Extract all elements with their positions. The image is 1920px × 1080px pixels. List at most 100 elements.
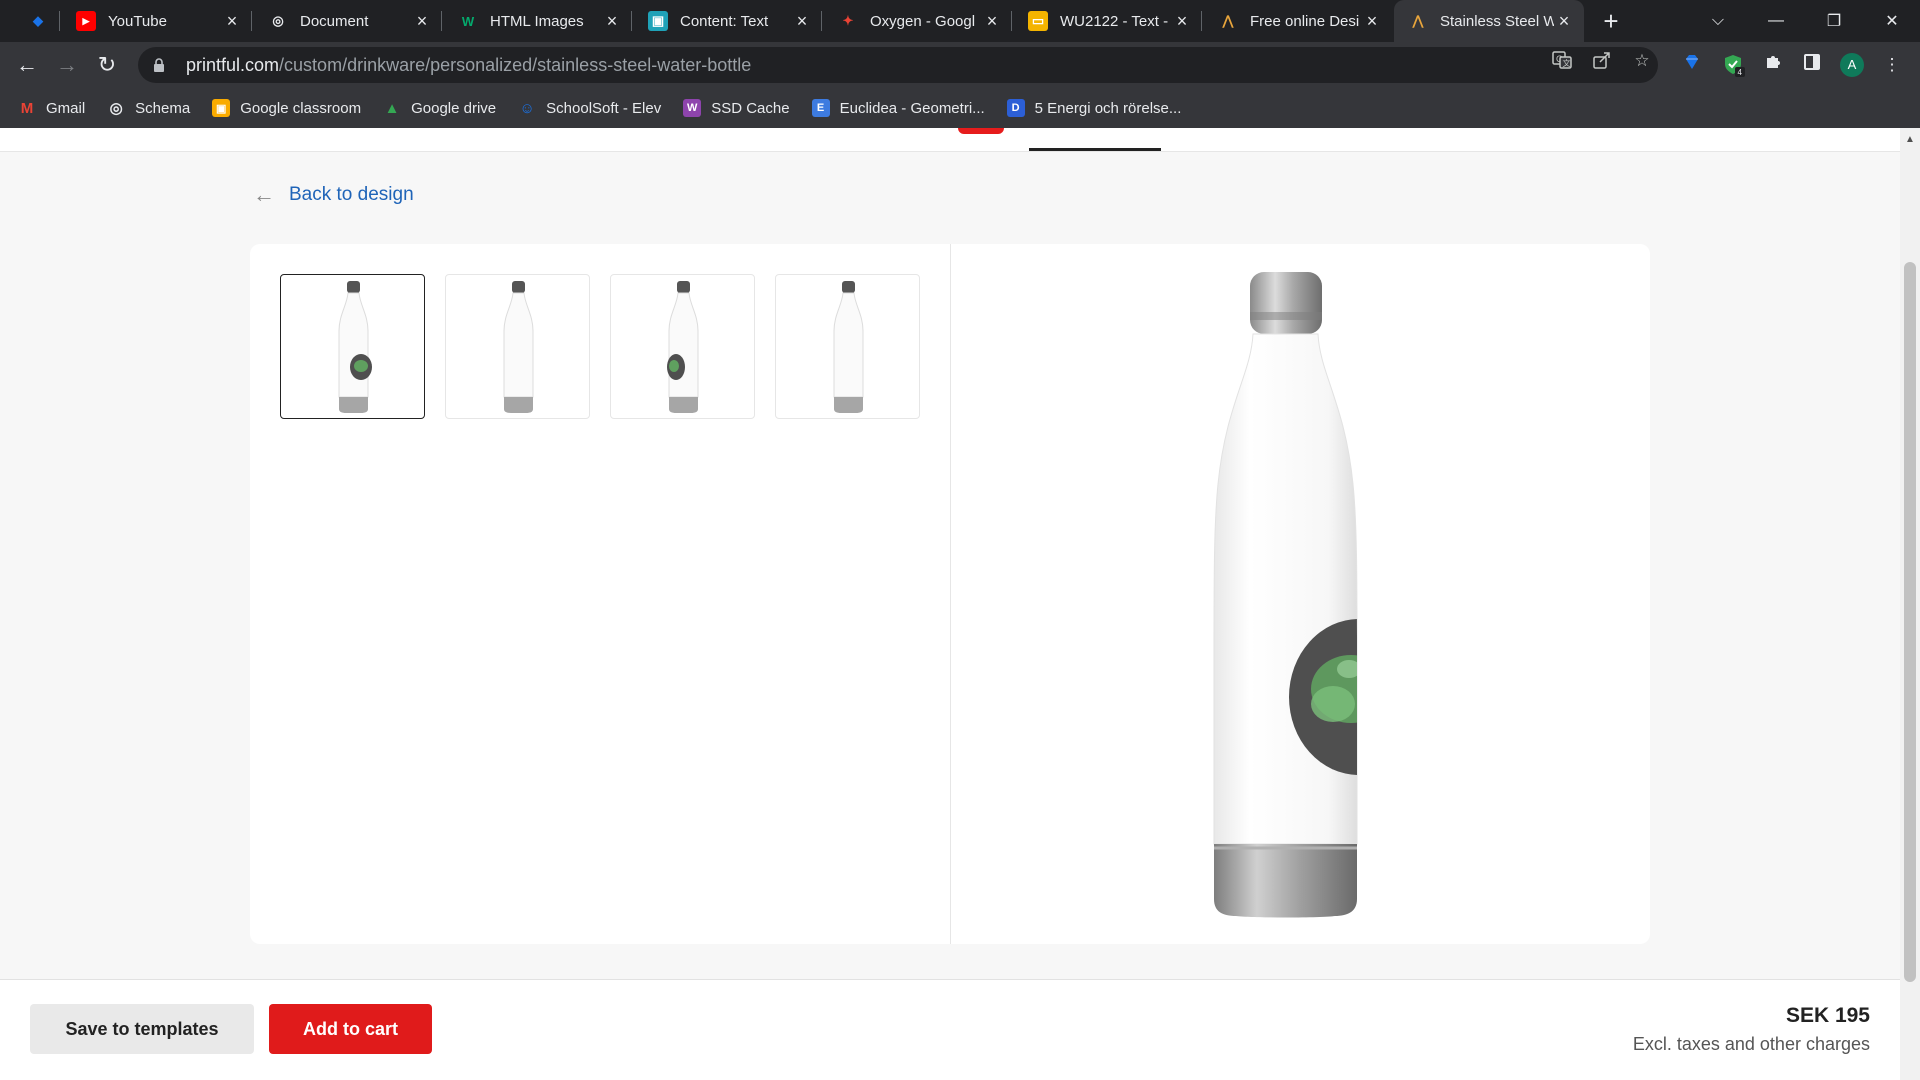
tab-close-icon[interactable]: × <box>1172 11 1192 32</box>
browser-tab[interactable]: ▭ WU2122 - Text - × <box>1014 0 1202 42</box>
gem-icon: ◆ <box>33 13 43 28</box>
mockup-thumbnail-back-view[interactable] <box>775 274 920 419</box>
globe-icon: ◎ <box>109 100 123 117</box>
profile-avatar[interactable]: A <box>1840 53 1864 77</box>
browser-tab-bar: ◆ ▶ YouTube × ◎ Document × W HTML Images × ▣ Conten… <box>0 0 1920 42</box>
tab-close-icon[interactable]: × <box>602 11 622 32</box>
youtube-icon: ▶ <box>76 11 96 31</box>
tab-separator <box>1201 11 1202 31</box>
tab-title: HTML Images <box>490 12 584 30</box>
scrollbar-thumb[interactable] <box>1904 262 1916 982</box>
browser-tab[interactable]: ◎ Document × <box>254 0 442 42</box>
tab-title: Free online Desi <box>1250 12 1360 30</box>
tab-title: Content: Text <box>680 12 769 30</box>
bookmark-label: Gmail <box>46 99 86 117</box>
bookmark-item[interactable]: E Euclidea - Geometri... <box>811 99 985 117</box>
mockup-thumbnail-front-view[interactable] <box>280 274 425 419</box>
browser-tab[interactable]: ✦ Oxygen - Googl × <box>824 0 1012 42</box>
euclidea-icon: E <box>811 99 830 117</box>
url-text: printful.com/custom/drinkware/personaliz… <box>186 54 752 75</box>
side-panel-icon[interactable] <box>1800 53 1824 77</box>
tab-close-icon[interactable]: × <box>982 11 1002 32</box>
active-step-indicator <box>1029 148 1161 151</box>
puzzle-extensions-icon[interactable] <box>1761 53 1785 77</box>
browser-tab[interactable]: W HTML Images × <box>444 0 632 42</box>
we-icon: W <box>683 99 702 117</box>
page-scrollbar[interactable]: ▲ <box>1900 128 1920 1080</box>
forward-arrow-icon[interactable]: → <box>52 50 82 80</box>
close-window-button[interactable]: ✕ <box>1864 0 1920 42</box>
printful-icon: ⋀ <box>1412 13 1424 28</box>
bookmark-item[interactable]: W SSD Cache <box>683 99 790 117</box>
bookmark-item[interactable]: ◎ Schema <box>107 99 191 118</box>
bookmark-label: Google classroom <box>240 99 362 117</box>
tab-separator <box>821 11 822 31</box>
tab-search-chevron-icon[interactable]: ⌵ <box>1690 0 1746 42</box>
tab-separator <box>441 11 442 31</box>
back-arrow-icon[interactable]: ← <box>12 50 42 80</box>
bookmark-item[interactable]: ☺ SchoolSoft - Elev <box>518 99 661 117</box>
tab-close-icon[interactable]: × <box>1554 11 1574 32</box>
w3schools-icon: W <box>461 13 475 29</box>
menu-kebab-icon[interactable]: ⋮ <box>1880 53 1904 77</box>
browser-tab[interactable]: ▶ YouTube × <box>62 0 252 42</box>
back-to-design-link[interactable]: ← Back to design <box>253 184 414 206</box>
bookmark-item[interactable]: M Gmail <box>18 99 85 117</box>
browser-tab[interactable]: ▣ Content: Text × <box>634 0 822 42</box>
svg-text:4: 4 <box>1738 68 1743 77</box>
browser-tab[interactable]: ⋀ Free online Desi × <box>1204 0 1392 42</box>
browser-toolbar: ← → ↻ printful.com/custom/drinkware/pers… <box>0 42 1920 88</box>
bookmark-label: SchoolSoft - Elev <box>546 99 662 117</box>
price-note: Excl. taxes and other charges <box>1632 1034 1870 1054</box>
back-to-design-label: Back to design <box>289 184 414 205</box>
tab-title: Document <box>300 12 369 30</box>
tab-close-icon[interactable]: × <box>792 11 812 32</box>
scroll-up-icon[interactable]: ▲ <box>1904 134 1916 146</box>
bookmark-item[interactable]: ▣ Google classroom <box>212 99 361 117</box>
bookmark-item[interactable]: ▲ Google drive <box>383 99 497 117</box>
mockup-preview-card <box>250 244 1650 944</box>
tab-close-icon[interactable]: × <box>222 11 242 32</box>
restore-window-button[interactable]: ❐ <box>1806 0 1862 42</box>
tab-close-icon[interactable]: × <box>1362 11 1382 32</box>
browser-tab[interactable]: ⋀ Stainless Steel W × <box>1394 0 1584 42</box>
bookmark-label: 5 Energi och rörelse... <box>1034 99 1182 117</box>
price-label: SEK 195 <box>1785 1004 1870 1027</box>
address-bar[interactable]: printful.com/custom/drinkware/personaliz… <box>138 47 1658 83</box>
tab-close-icon[interactable]: × <box>412 11 432 32</box>
bookmark-star-icon[interactable]: ☆ <box>1631 50 1653 72</box>
bookmark-label: Schema <box>135 99 191 117</box>
browser-tab[interactable]: ◆ <box>14 0 60 42</box>
schoolsoft-icon: ☺ <box>519 99 535 117</box>
bookmark-label: Euclidea - Geometri... <box>839 99 985 117</box>
share-icon[interactable] <box>1591 50 1613 72</box>
product-steps-nav <box>0 128 1900 152</box>
translate-icon[interactable]: G文 <box>1551 50 1573 72</box>
classroom-icon: ▣ <box>648 11 668 31</box>
mockup-thumbnail-left-view[interactable] <box>610 274 755 419</box>
bookmark-label: Google drive <box>411 99 497 117</box>
left-arrow-icon: ← <box>253 182 275 207</box>
tab-title: Stainless Steel W <box>1440 12 1554 30</box>
d-icon: D <box>1006 99 1025 117</box>
tab-title: WU2122 - Text - <box>1060 12 1169 30</box>
shield-extension-icon[interactable]: 4 <box>1722 53 1746 77</box>
bookmark-item[interactable]: D 5 Energi och rörelse... <box>1006 99 1182 117</box>
globe-icon: ◎ <box>272 13 284 28</box>
minimize-window-button[interactable]: — <box>1748 0 1804 42</box>
google-shapes-icon: ✦ <box>842 13 854 28</box>
new-tab-button[interactable]: + <box>1595 6 1627 38</box>
save-to-templates-button[interactable]: Save to templates <box>30 1004 254 1054</box>
add-to-cart-button[interactable]: Add to cart <box>269 1004 432 1054</box>
tab-title: YouTube <box>108 12 167 30</box>
classroom-icon: ▣ <box>212 99 231 117</box>
lock-icon[interactable] <box>152 58 166 72</box>
drive-icon: ▲ <box>384 99 400 117</box>
mockup-thumbnail-side-view[interactable] <box>445 274 590 419</box>
gmail-icon: M <box>20 99 34 117</box>
footer-bar: Save to templates Add to cart SEK 195 Ex… <box>0 979 1900 1080</box>
printful-icon: ⋀ <box>1222 13 1234 28</box>
bookmarks-bar: M Gmail ◎ Schema ▣ Google classroom ▲ Google dr… <box>0 88 1920 128</box>
gem-extension-icon[interactable] <box>1680 53 1704 77</box>
reload-icon[interactable]: ↻ <box>92 50 122 80</box>
